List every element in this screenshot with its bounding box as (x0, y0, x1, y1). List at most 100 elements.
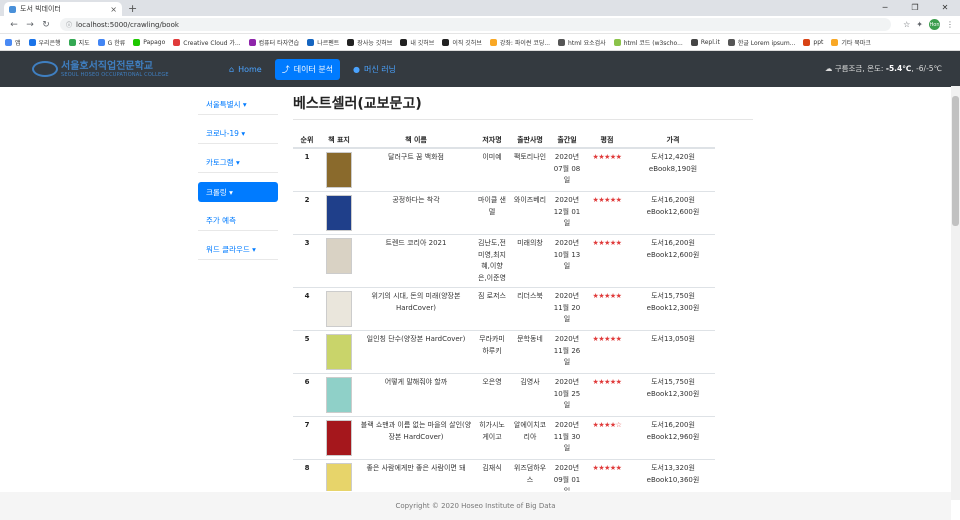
back-icon[interactable]: ← (6, 20, 22, 30)
menu-icon[interactable]: ⋮ (946, 20, 954, 29)
book-cover-image (326, 420, 352, 456)
site-navbar: 서울호서직업전문학교 SEOUL HOSEO OCCUPATIONAL COLL… (0, 51, 960, 87)
bookmark-favicon-icon (831, 38, 839, 46)
url-field[interactable]: ⓘ localhost:5000/crawling/book (60, 18, 892, 31)
window-controls: ─ ❐ ✕ (870, 0, 960, 16)
bookmark-item[interactable]: Papago (133, 38, 165, 46)
bookmark-item[interactable]: Creative Cloud 가... (173, 38, 241, 47)
price-cell: 도서16,200원 eBook12,600원 (631, 191, 715, 235)
bookmark-item[interactable]: Repl.it (690, 38, 720, 46)
rank-cell: 7 (293, 416, 321, 460)
bookmark-favicon-icon (248, 38, 256, 46)
nav-home[interactable]: ⌂ Home (222, 60, 269, 79)
col-price: 가격 (631, 132, 715, 149)
rating-cell: ★★★★★ (583, 191, 631, 235)
book-title-cell: 트렌드 코리아 2021 (357, 234, 475, 288)
bookmark-item[interactable]: 지도 (68, 38, 90, 47)
bookmark-favicon-icon (347, 38, 355, 46)
rank-cell: 1 (293, 147, 321, 192)
reload-icon[interactable]: ↻ (38, 20, 54, 30)
logo-title: 서울호서직업전문학교 (61, 60, 153, 72)
table-row: 2 공정하다는 착각 마이클 샌델 와이즈베리 2020년 12월 01일 ★★★★★ 도서… (293, 191, 715, 235)
author-cell: 김난도,전미영,최지혜,이향은,이준영 (475, 234, 509, 288)
publisher-cell: 위즈덤하우스 (509, 459, 551, 491)
bookmark-item[interactable]: 내 깃허브 (400, 38, 434, 47)
rank-cell: 2 (293, 191, 321, 235)
col-rank: 순위 (293, 132, 321, 149)
rank-cell: 4 (293, 287, 321, 331)
bookmark-item[interactable]: 나르펜트 (307, 38, 339, 47)
close-tab-icon[interactable]: × (110, 5, 117, 14)
sidebar-item-cartogram[interactable]: 카토그램 ▾ (198, 153, 278, 173)
maximize-icon[interactable]: ❐ (900, 0, 930, 16)
page-scrollbar[interactable] (951, 86, 960, 500)
weather-prefix: 구름조금, 온도: (834, 64, 886, 73)
main-area: 서울특별시 ▾ 코로나-19 ▾ 카토그램 ▾ 크롤링 ▾ 주가 예측 워드 클… (0, 87, 960, 491)
site-logo[interactable]: 서울호서직업전문학교 SEOUL HOSEO OCCUPATIONAL COLL… (32, 61, 222, 78)
book-title-cell: 달러구트 꿈 백화점 (357, 147, 475, 192)
nav-data-analysis[interactable]: ⤴ 데이터 분석 (274, 58, 341, 80)
scrollbar-thumb[interactable] (952, 96, 959, 226)
author-cell: 김재식 (475, 459, 509, 491)
sidebar-item-stock-prediction[interactable]: 주가 예측 (198, 211, 278, 231)
date-cell: 2020년 07월 08일 (551, 147, 583, 192)
book-cover-image (326, 377, 352, 413)
bookmark-favicon-icon (803, 38, 811, 46)
info-icon[interactable]: ⓘ (66, 20, 72, 29)
date-cell: 2020년 11월 20일 (551, 287, 583, 331)
bookmark-item[interactable]: 기타 북마크 (831, 38, 871, 47)
sidebar-item-crawling[interactable]: 크롤링 ▾ (198, 182, 278, 202)
bookmark-item[interactable]: ppt (803, 38, 823, 46)
sidebar-item-word-cloud[interactable]: 워드 클라우드 ▾ (198, 240, 278, 260)
bookmark-item[interactable]: 컴퓨터 타자연습 (248, 38, 299, 47)
bookmark-item[interactable]: 강좌: 파이썬 코딩... (489, 38, 550, 47)
rating-cell: ★★★★★ (583, 234, 631, 288)
star-icon[interactable]: ☆ (903, 20, 910, 29)
price-cell: 도서12,420원 eBook8,190원 (631, 147, 715, 192)
publisher-cell: 미래의창 (509, 234, 551, 288)
sidebar: 서울특별시 ▾ 코로나-19 ▾ 카토그램 ▾ 크롤링 ▾ 주가 예측 워드 클… (198, 95, 278, 269)
bookmark-favicon-icon (442, 38, 450, 46)
home-icon: ⌂ (229, 64, 235, 74)
bookmark-item[interactable]: 앱 (5, 38, 21, 47)
new-tab-button[interactable]: + (128, 2, 137, 16)
col-publisher: 출판사명 (509, 132, 551, 149)
extensions-icon[interactable]: ✦ (916, 20, 923, 29)
col-title: 책 이름 (357, 132, 475, 149)
author-cell: 마이클 샌델 (475, 191, 509, 235)
rating-cell: ★★★★★ (583, 287, 631, 331)
bestseller-table: 순위 책 표지 책 이름 저자명 출판사명 출간일 평점 가격 1 달러구트 꿈 … (293, 132, 715, 491)
bookmark-item[interactable]: 우리은행 (28, 38, 61, 47)
bookmark-favicon-icon (173, 38, 181, 46)
bookmark-item[interactable]: 이직 깃허브 (442, 38, 482, 47)
sidebar-item-seoul[interactable]: 서울특별시 ▾ (198, 95, 278, 115)
author-cell: 무라카미 하루키 (475, 330, 509, 374)
browser-tab[interactable]: 도서 빅데이터 × (4, 2, 122, 16)
forward-icon[interactable]: → (22, 20, 38, 30)
close-window-icon[interactable]: ✕ (930, 0, 960, 16)
nav-machine-learning[interactable]: ● 머신 러닝 (346, 59, 403, 80)
profile-avatar[interactable]: Hon (929, 19, 940, 30)
bookmark-item[interactable]: G 한류 (97, 38, 125, 47)
minimize-icon[interactable]: ─ (870, 0, 900, 16)
cover-cell (321, 330, 357, 374)
table-row: 4 위기의 시대, 돈의 미래(양장본 HardCover) 짐 로저스 리더스북 20… (293, 287, 715, 331)
bookmark-item[interactable]: html 코드 (w3scho... (613, 38, 683, 47)
sidebar-item-covid[interactable]: 코로나-19 ▾ (198, 124, 278, 144)
rank-cell: 6 (293, 373, 321, 417)
publisher-cell: 와이즈베리 (509, 191, 551, 235)
book-title-cell: 공정하다는 착각 (357, 191, 475, 235)
book-title-cell: 위기의 시대, 돈의 미래(양장본 HardCover) (357, 287, 475, 331)
cloud-icon: ☁ (824, 64, 833, 73)
author-cell: 오은영 (475, 373, 509, 417)
bookmark-item[interactable]: 한글 Lorem ipsum... (727, 38, 795, 47)
bookmark-favicon-icon (97, 38, 105, 46)
rating-cell: ★★★★★ (583, 373, 631, 417)
rating-cell: ★★★★★ (583, 459, 631, 491)
rating-cell: ★★★★★ (583, 330, 631, 374)
bookmark-favicon-icon (68, 38, 76, 46)
weather-temp: -5.4℃ (885, 64, 912, 73)
bookmark-item[interactable]: 장사능 깃허브 (347, 38, 392, 47)
price-cell: 도서13,320원 eBook10,360원 (631, 459, 715, 491)
bookmark-item[interactable]: html 요소검사 (558, 38, 606, 47)
